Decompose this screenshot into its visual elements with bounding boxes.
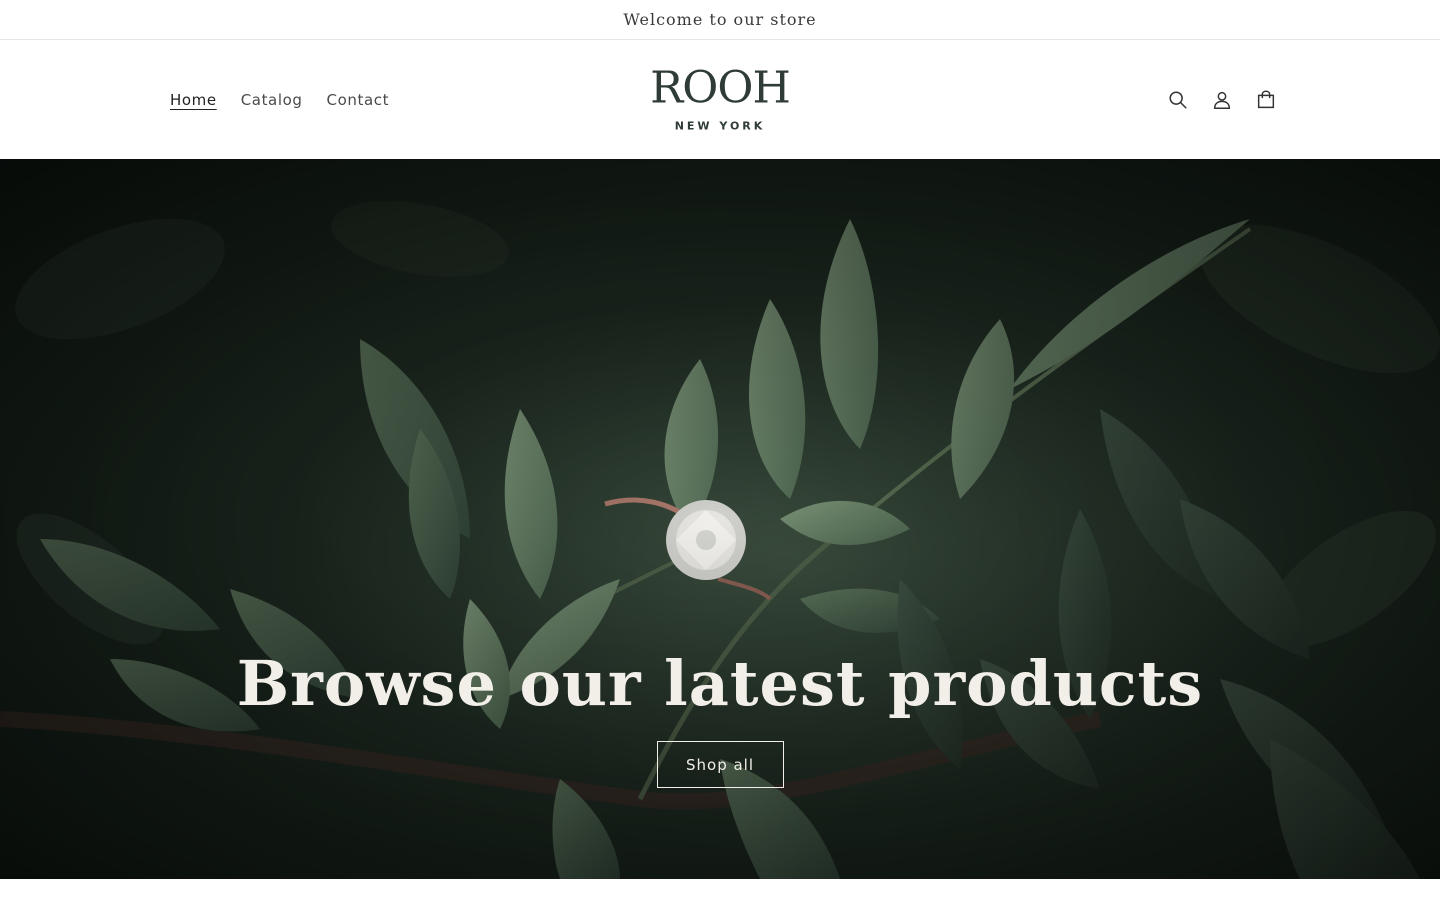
shop-all-button[interactable]: Shop all — [656, 741, 784, 788]
main-nav: Home Catalog Contact — [170, 91, 389, 109]
nav-home-link[interactable]: Home — [170, 91, 217, 109]
announcement-bar: Welcome to our store — [0, 0, 1440, 40]
search-icon[interactable] — [1166, 88, 1190, 112]
page-bottom-strip — [0, 879, 1440, 900]
hero-content: Browse our latest products Shop all — [0, 649, 1440, 788]
announcement-text: Welcome to our store — [623, 10, 817, 29]
header-actions — [1166, 88, 1278, 112]
store-logo[interactable]: ROOH NEW YORK — [650, 62, 791, 133]
nav-catalog-link[interactable]: Catalog — [241, 91, 303, 109]
hero-title: Browse our latest products — [236, 647, 1204, 720]
logo-location: NEW YORK — [674, 119, 766, 132]
nav-contact-link[interactable]: Contact — [327, 91, 390, 109]
cart-icon[interactable] — [1254, 88, 1278, 112]
site-header: Home Catalog Contact ROOH NEW YORK — [0, 40, 1440, 159]
account-icon[interactable] — [1210, 88, 1234, 112]
logo-wordmark: ROOH — [650, 62, 791, 113]
hero-banner: Browse our latest products Shop all — [0, 159, 1440, 879]
